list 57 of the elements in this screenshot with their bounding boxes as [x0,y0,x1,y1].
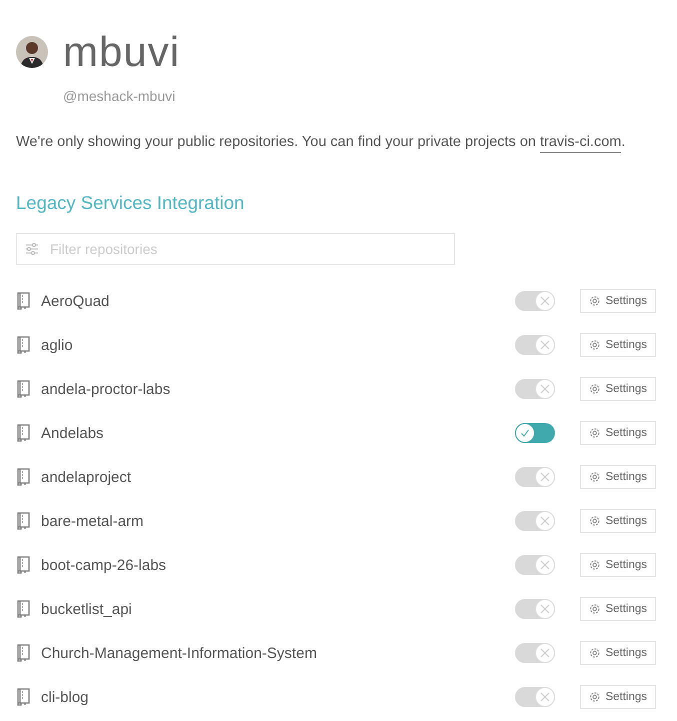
filter-icon [25,242,39,256]
gear-icon [589,559,600,571]
gear-icon [589,471,600,483]
gear-icon [589,383,600,395]
settings-button[interactable]: Settings [580,597,656,621]
user-name: mbuvi [63,28,180,76]
repository-name: Andelabs [41,424,105,442]
gear-icon [589,515,600,527]
repository-name: AeroQuad [41,292,110,310]
toggle-switch[interactable] [515,379,555,399]
book-icon [16,556,31,574]
settings-button[interactable]: Settings [580,553,656,577]
toggle-switch[interactable] [515,599,555,619]
repository-name: Church-Management-Information-System [41,644,318,662]
repository-name: bucketlist_api [41,600,133,618]
gear-icon [589,339,600,351]
toggle-switch[interactable] [515,423,555,443]
notice-text: We're only showing your public repositories. You can find your private projects on travis-ci.com. [16,134,656,150]
repository-name: andela-proctor-labs [41,380,172,398]
settings-button[interactable]: Settings [580,421,656,445]
book-icon [16,336,31,354]
toggle-switch[interactable] [515,335,555,355]
gear-icon [589,427,600,439]
gear-icon [589,647,600,659]
repository-name: aglio [41,336,74,354]
gear-icon [589,603,600,615]
gear-icon [589,295,600,307]
book-icon [16,688,31,706]
settings-button[interactable]: Settings [580,641,656,665]
toggle-switch[interactable] [515,643,555,663]
section-title: Legacy Services Integration [16,192,246,214]
book-icon [16,468,31,486]
repository-name: andelaproject [41,468,132,486]
book-icon [16,424,31,442]
toggle-switch[interactable] [515,291,555,311]
travis-link[interactable]: travis-ci.com [540,134,622,153]
settings-button[interactable]: Settings [580,289,656,313]
settings-button[interactable]: Settings [580,509,656,533]
user-handle: @meshack-mbuvi [63,88,176,104]
repository-name: bare-metal-arm [41,512,145,530]
repository-name: boot-camp-26-labs [41,556,168,574]
gear-icon [589,691,600,703]
book-icon [16,600,31,618]
settings-button[interactable]: Settings [580,377,656,401]
book-icon [16,292,31,310]
settings-button[interactable]: Settings [580,685,656,709]
book-icon [16,644,31,662]
settings-button[interactable]: Settings [580,465,656,489]
toggle-switch[interactable] [515,511,555,531]
book-icon [16,512,31,530]
avatar [16,36,48,68]
settings-button[interactable]: Settings [580,333,656,357]
toggle-switch[interactable] [515,467,555,487]
repository-name: cli-blog [41,688,90,706]
toggle-switch[interactable] [515,555,555,575]
toggle-switch[interactable] [515,687,555,707]
book-icon [16,380,31,398]
